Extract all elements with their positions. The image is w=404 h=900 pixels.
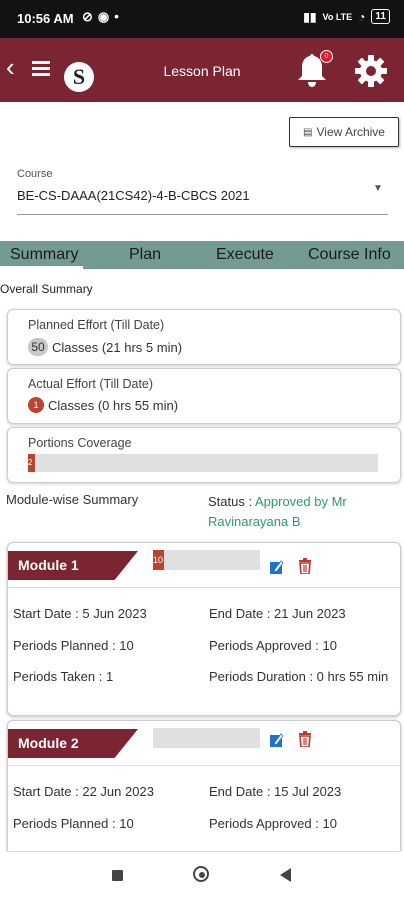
notification-badge: 0 — [320, 50, 333, 63]
portions-coverage-card: Portions Coverage 2 — [7, 427, 401, 483]
archive-icon: ▤ — [303, 126, 313, 138]
battery-icon: 11 — [371, 9, 390, 24]
actual-effort-text: Classes (0 hrs 55 min) — [48, 397, 179, 413]
chevron-down-icon[interactable]: ▼ — [373, 183, 383, 194]
module-card[interactable]: Module 2 Start Date : 22 Jun 2023 End Da… — [7, 720, 401, 851]
actual-count-badge: 1 — [28, 397, 44, 413]
portions-progress-bar: 2 — [28, 454, 378, 472]
planned-effort-value: 50 Classes (21 hrs 5 min) — [28, 338, 182, 356]
view-archive-label: View Archive — [316, 125, 385, 139]
module-start-date: Start Date : 5 Jun 2023 — [13, 606, 147, 621]
actual-effort-title: Actual Effort (Till Date) — [28, 377, 154, 391]
module-progress-bar — [153, 728, 260, 748]
module-periods-taken: Periods Taken : 1 — [13, 669, 114, 684]
status-left-icons: ⊘ ◉ • — [82, 9, 119, 25]
planned-effort-text: Classes (21 hrs 5 min) — [52, 339, 183, 355]
status-right-icons: ▮▮ Vo LTE ◔ 11 — [303, 9, 390, 24]
recents-icon[interactable] — [112, 870, 123, 881]
delete-icon[interactable] — [298, 558, 312, 574]
gear-icon[interactable] — [354, 54, 388, 88]
signal-icon: ▮▮ — [303, 9, 317, 24]
nav-back-icon[interactable] — [280, 868, 291, 882]
module-periods-duration: Periods Duration : 0 hrs 55 min — [209, 669, 389, 684]
module-title: Module 2 — [8, 729, 138, 758]
status-time: 10:56 AM — [17, 11, 74, 26]
course-label: Course — [17, 168, 53, 180]
tab-summary[interactable]: Summary — [10, 246, 78, 264]
page-title: Lesson Plan — [163, 63, 241, 79]
course-underline — [17, 214, 388, 215]
tab-bar: Summary Plan Execute Course Info — [0, 241, 404, 269]
module-start-date: Start Date : 22 Jun 2023 — [13, 784, 154, 799]
volte-icon: Vo LTE — [322, 11, 353, 22]
planned-effort-title: Planned Effort (Till Date) — [28, 318, 165, 332]
module-periods-planned: Periods Planned : 10 — [13, 638, 134, 653]
module-divider — [8, 765, 400, 766]
portions-coverage-title: Portions Coverage — [28, 436, 132, 450]
dnd-icon: ⊘ — [82, 9, 93, 24]
planned-count-badge: 50 — [28, 338, 48, 356]
tab-plan[interactable]: Plan — [129, 246, 161, 264]
module-end-date: End Date : 15 Jul 2023 — [209, 784, 342, 799]
module-periods-planned: Periods Planned : 10 — [13, 816, 134, 831]
module-periods-approved: Periods Approved : 10 — [209, 638, 337, 653]
module-progress-bar: 10 — [153, 550, 260, 570]
status-bar: 10:56 AM ⊘ ◉ • ▮▮ Vo LTE ◔ 11 — [0, 0, 404, 38]
app-bar: ‹ S Lesson Plan 0 — [0, 38, 404, 102]
module-progress-fill: 10 — [153, 550, 164, 570]
overall-summary-heading: Overall Summary — [0, 282, 93, 296]
module-divider — [8, 587, 400, 588]
module-periods-approved: Periods Approved : 10 — [209, 816, 337, 831]
planned-effort-card: Planned Effort (Till Date) 50 Classes (2… — [7, 309, 401, 365]
module-wise-summary-heading: Module-wise Summary — [6, 492, 139, 507]
actual-effort-card: Actual Effort (Till Date) 1 Classes (0 h… — [7, 368, 401, 424]
status-label: Status : — [208, 494, 255, 509]
portions-progress-fill: 2 — [28, 454, 35, 472]
system-nav-bar — [0, 852, 404, 900]
module-card[interactable]: Module 1 10 Start Date : 5 Jun 2023 End … — [7, 542, 401, 716]
approval-status: Status : Approved by Mr Ravinarayana B — [208, 492, 388, 532]
tab-indicator — [0, 266, 83, 269]
notification-dot-icon: • — [114, 9, 119, 24]
module-end-date: End Date : 21 Jun 2023 — [209, 606, 346, 621]
view-archive-button[interactable]: ▤ View Archive — [289, 117, 399, 147]
module-title: Module 1 — [8, 551, 138, 580]
spotify-icon: ◉ — [97, 9, 110, 24]
delete-icon[interactable] — [298, 731, 312, 747]
edit-icon[interactable] — [270, 560, 284, 574]
wifi-icon: ◔ — [358, 9, 366, 24]
edit-icon[interactable] — [270, 733, 284, 747]
course-select[interactable]: BE-CS-DAAA(21CS42)-4-B-CBCS 2021 — [17, 188, 250, 203]
actual-effort-value: 1 Classes (0 hrs 55 min) — [28, 397, 178, 413]
home-icon[interactable] — [193, 866, 209, 882]
tab-course-info[interactable]: Course Info — [308, 246, 391, 264]
tab-execute[interactable]: Execute — [216, 246, 274, 264]
